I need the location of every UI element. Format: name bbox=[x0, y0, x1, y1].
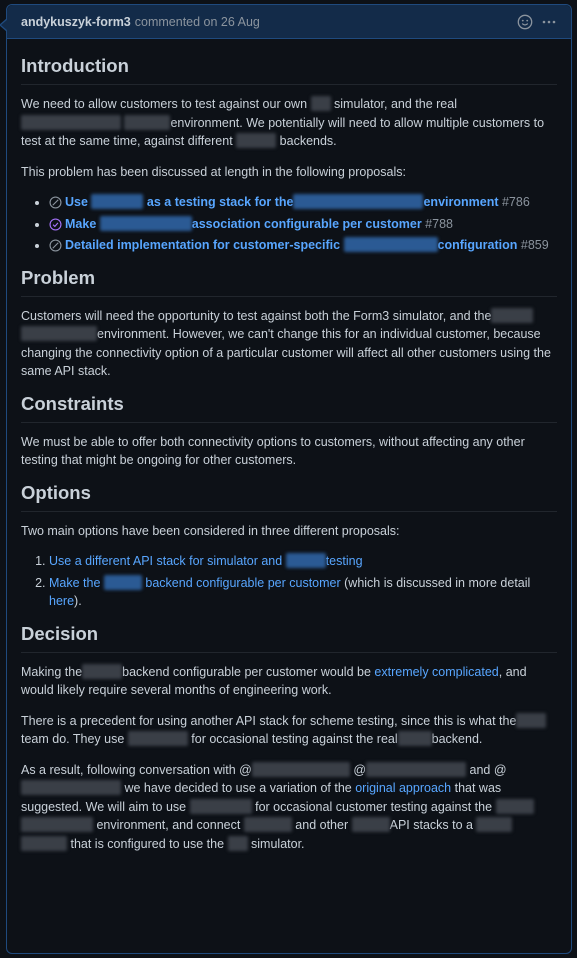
comment-header: andykuszyk-form3 commented on 26 Aug bbox=[7, 5, 571, 39]
constraints-paragraph: We must be able to offer both connectivi… bbox=[21, 434, 525, 468]
proposal-link-786[interactable]: Use as a testing stack for the environmen… bbox=[65, 194, 499, 209]
comment-menu-button[interactable] bbox=[541, 14, 557, 30]
smiley-icon bbox=[517, 14, 533, 29]
redacted-text bbox=[476, 817, 513, 832]
list-item: Make the backend configurable per custom… bbox=[49, 574, 557, 611]
redacted-text bbox=[495, 798, 534, 814]
decision-paragraph-1: Making the backend configurable per custo… bbox=[21, 663, 527, 697]
skip-circle-icon bbox=[49, 196, 62, 209]
redacted-text bbox=[21, 835, 67, 851]
issue-number: #859 bbox=[520, 238, 549, 252]
redacted-text bbox=[397, 731, 432, 746]
list-item: Make association configurable per custom… bbox=[49, 215, 557, 234]
comment-body: Introduction We need to allow customers … bbox=[7, 39, 571, 853]
redacted-text bbox=[293, 194, 424, 209]
redacted-text bbox=[21, 817, 93, 832]
redacted-text bbox=[310, 96, 331, 111]
comment-card: andykuszyk-form3 commented on 26 Aug Int… bbox=[0, 4, 572, 954]
redacted-text bbox=[127, 731, 188, 746]
heading-options: Options bbox=[21, 482, 557, 512]
redacted-text bbox=[351, 817, 390, 832]
heading-introduction: Introduction bbox=[21, 55, 557, 85]
redacted-text bbox=[236, 133, 277, 148]
proposal-link-859[interactable]: Detailed implementation for customer-spe… bbox=[65, 237, 517, 252]
options-list: Use a different API stack for simulator … bbox=[21, 552, 557, 611]
intro-paragraph-2: This problem has been discussed at lengt… bbox=[21, 164, 406, 179]
heading-decision: Decision bbox=[21, 623, 557, 653]
list-item: Use as a testing stack for theenvironmen… bbox=[49, 193, 557, 212]
redacted-mention[interactable] bbox=[366, 761, 467, 777]
here-link[interactable]: here bbox=[49, 594, 74, 608]
check-circle-icon bbox=[49, 217, 62, 231]
issue-number: #786 bbox=[501, 195, 530, 209]
problem-paragraph: Customers will need the opportunity to t… bbox=[21, 307, 551, 378]
redacted-text bbox=[103, 574, 142, 590]
redacted-text bbox=[227, 835, 248, 851]
decision-paragraph-2: There is a precedent for using another A… bbox=[21, 712, 557, 749]
redacted-text bbox=[21, 326, 97, 341]
list-item: Detailed implementation for customer-spe… bbox=[49, 236, 557, 255]
heading-problem: Problem bbox=[21, 267, 557, 297]
decision-paragraph-3: As a result, following conversation with… bbox=[21, 761, 557, 854]
extremely-complicated-link[interactable]: extremely complicated bbox=[374, 665, 498, 679]
skip-circle-icon bbox=[49, 239, 62, 252]
redacted-text bbox=[285, 553, 326, 568]
heading-constraints: Constraints bbox=[21, 393, 557, 423]
redacted-text bbox=[82, 663, 123, 679]
redacted-text bbox=[99, 215, 192, 231]
issue-number: #788 bbox=[425, 216, 453, 231]
redacted-text bbox=[491, 307, 534, 323]
redacted-text bbox=[189, 798, 252, 814]
proposal-link-788[interactable]: Make association configurable per custom… bbox=[65, 215, 422, 231]
redacted-text bbox=[516, 712, 547, 728]
redacted-mention[interactable] bbox=[21, 780, 121, 795]
comment-timestamp[interactable]: commented on 26 Aug bbox=[135, 15, 260, 29]
proposals-list: Use as a testing stack for theenvironmen… bbox=[21, 193, 557, 255]
redacted-text bbox=[91, 194, 144, 209]
intro-paragraph-1: We need to allow customers to test again… bbox=[21, 96, 545, 148]
comment-author-link[interactable]: andykuszyk-form3 bbox=[21, 15, 131, 29]
kebab-horizontal-icon bbox=[542, 20, 556, 23]
list-item: Use a different API stack for simulator … bbox=[49, 552, 557, 571]
option-link-1[interactable]: Use a different API stack for simulator … bbox=[49, 553, 363, 568]
add-reaction-button[interactable] bbox=[517, 14, 533, 30]
redacted-text bbox=[124, 114, 171, 130]
redacted-text bbox=[343, 237, 438, 252]
options-paragraph: Two main options have been considered in… bbox=[21, 523, 400, 538]
redacted-mention[interactable] bbox=[251, 761, 350, 777]
original-approach-link[interactable]: original approach bbox=[355, 781, 451, 795]
redacted-text bbox=[21, 114, 121, 130]
redacted-text bbox=[243, 817, 292, 832]
option-link-2[interactable]: Make the backend configurable per custom… bbox=[49, 574, 341, 590]
